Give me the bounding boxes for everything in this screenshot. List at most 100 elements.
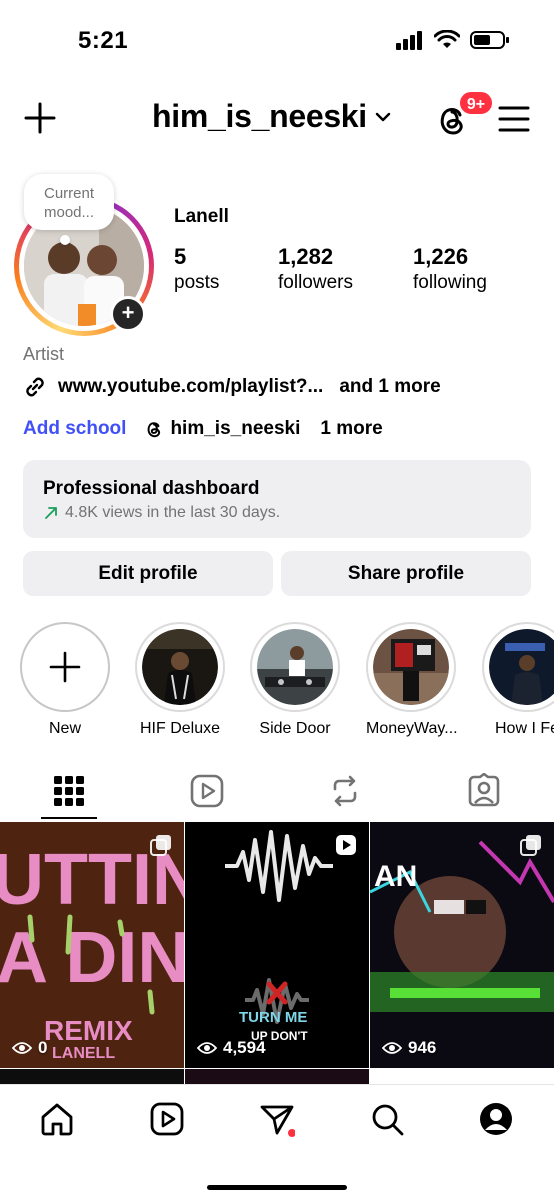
threads-handle-text: him_is_neeski — [170, 418, 301, 439]
post-view-count: 4,594 — [197, 1038, 266, 1058]
post-views: 0 — [38, 1038, 48, 1057]
display-name: Lanell — [174, 206, 229, 227]
highlight-item[interactable]: HIF Deluxe — [135, 622, 225, 738]
highlight-label: HIF Deluxe — [139, 720, 221, 737]
highlight-cover — [489, 629, 554, 705]
profile-category: Artist — [23, 344, 65, 364]
bio-links[interactable]: www.youtube.com/playlist?... and 1 more — [22, 374, 441, 400]
highlight-new-circle — [20, 622, 110, 712]
highlight-label: MoneyWay... — [366, 720, 458, 737]
dashboard-subtitle: 4.8K views in the last 30 days. — [65, 504, 281, 521]
bio-link-url[interactable]: www.youtube.com/playlist?... — [58, 376, 323, 398]
stat-posts-value: 5 — [174, 244, 187, 269]
stat-following[interactable]: 1,226 following — [413, 244, 487, 294]
post-overlay-text: AN — [374, 860, 417, 893]
post-views: 946 — [408, 1038, 437, 1057]
stat-posts[interactable]: 5 posts — [174, 244, 219, 294]
stat-posts-label: posts — [174, 272, 220, 293]
threads-more-link[interactable]: 1 more — [320, 418, 382, 440]
highlight-item[interactable]: Side Door — [250, 622, 340, 738]
highlight-cover-ring — [366, 622, 456, 712]
post-view-count: 0 — [12, 1038, 47, 1058]
mood-note-dot — [60, 235, 70, 245]
status-time: 5:21 — [78, 27, 129, 54]
add-story-icon[interactable]: + — [110, 296, 146, 332]
school-threads-row: Add school him_is_neeski 1 more — [23, 418, 383, 440]
home-icon[interactable] — [39, 1101, 75, 1137]
posts-grid: UTTIN A DIN REMIX LANELL 0 TURN ME UP DO… — [0, 822, 554, 1084]
post-tile-partial[interactable] — [0, 1069, 184, 1084]
stat-followers[interactable]: 1,282 followers — [278, 244, 353, 294]
profile-header: him_is_neeski 9+ — [0, 90, 554, 150]
carousel-icon — [150, 835, 171, 856]
highlight-cover-ring — [482, 622, 554, 712]
home-indicator — [207, 1185, 347, 1190]
dashboard-title: Professional dashboard — [43, 478, 260, 499]
dashboard-subtitle-row: 4.8K views in the last 30 days. — [43, 504, 511, 522]
battery-icon — [470, 31, 509, 49]
highlight-item[interactable]: How I Fe — [482, 622, 554, 738]
post-caption: REMIX — [44, 1015, 133, 1046]
username: him_is_neeski — [152, 98, 367, 134]
chevron-down-icon — [375, 112, 391, 121]
wifi-icon — [434, 30, 460, 48]
mood-note-bubble[interactable]: Current mood... — [24, 174, 114, 230]
post-caption-top: TURN ME — [239, 1009, 307, 1026]
highlight-label: Side Door — [259, 720, 331, 737]
link-icon — [26, 377, 44, 397]
create-plus-icon[interactable] — [22, 100, 58, 136]
post-tile-partial[interactable] — [185, 1069, 369, 1084]
stat-followers-value: 1,282 — [278, 244, 334, 269]
threads-profile-link[interactable]: him_is_neeski — [144, 418, 300, 440]
post-thumbnail: UTTIN A DIN REMIX LANELL — [0, 822, 184, 1068]
eye-icon — [382, 1042, 402, 1054]
edit-profile-button[interactable]: Edit profile — [23, 551, 273, 596]
highlight-new[interactable]: New — [20, 622, 110, 738]
highlight-item[interactable]: MoneyWay... — [366, 622, 458, 738]
carousel-icon — [520, 835, 541, 856]
active-tab-indicator — [41, 817, 97, 819]
post-views: 4,594 — [223, 1038, 266, 1057]
post-view-count: 946 — [382, 1038, 436, 1058]
stat-following-value: 1,226 — [413, 244, 469, 269]
messages-icon[interactable] — [259, 1101, 295, 1137]
post-title-line: A DIN — [0, 918, 184, 998]
share-profile-button[interactable]: Share profile — [281, 551, 531, 596]
professional-dashboard[interactable]: Professional dashboard 4.8K views in the… — [23, 460, 531, 538]
tagged-tab-icon[interactable] — [466, 773, 502, 809]
add-school-link[interactable]: Add school — [23, 418, 126, 440]
search-icon[interactable] — [369, 1101, 405, 1137]
reposts-tab-icon[interactable] — [327, 773, 363, 809]
highlight-cover — [142, 629, 218, 705]
reel-icon — [336, 835, 356, 855]
reels-icon[interactable] — [149, 1101, 185, 1137]
profile-icon[interactable] — [478, 1101, 514, 1137]
menu-icon[interactable] — [498, 104, 530, 134]
bio-link-more[interactable]: and 1 more — [339, 376, 440, 398]
stat-following-label: following — [413, 272, 487, 293]
highlight-label: New — [48, 720, 81, 737]
signal-icon — [396, 31, 422, 50]
profile-tabs — [0, 765, 554, 821]
post-artist: LANELL — [52, 1045, 115, 1062]
post-thumbnail: AN — [370, 822, 554, 1068]
status-bar: 5:21 — [0, 0, 554, 80]
post-tile[interactable]: TURN ME UP DON'T 4,594 — [185, 822, 369, 1068]
eye-icon — [197, 1042, 217, 1054]
post-tile[interactable]: AN 946 — [370, 822, 554, 1068]
grid-tab-icon[interactable] — [51, 773, 87, 809]
stat-followers-label: followers — [278, 272, 353, 293]
highlight-cover-ring — [135, 622, 225, 712]
bottom-nav — [0, 1084, 554, 1200]
plus-icon — [49, 651, 81, 683]
eye-icon — [12, 1042, 32, 1054]
account-switcher[interactable]: him_is_neeski — [152, 98, 391, 135]
post-tile[interactable]: UTTIN A DIN REMIX LANELL 0 — [0, 822, 184, 1068]
trend-up-icon — [45, 507, 57, 519]
notification-badge: 9+ — [458, 90, 494, 116]
reels-tab-icon[interactable] — [189, 773, 225, 809]
status-icons — [396, 30, 510, 50]
threads-small-icon — [148, 422, 161, 438]
highlight-label: How I Fe — [494, 720, 554, 737]
highlight-cover-ring — [250, 622, 340, 712]
